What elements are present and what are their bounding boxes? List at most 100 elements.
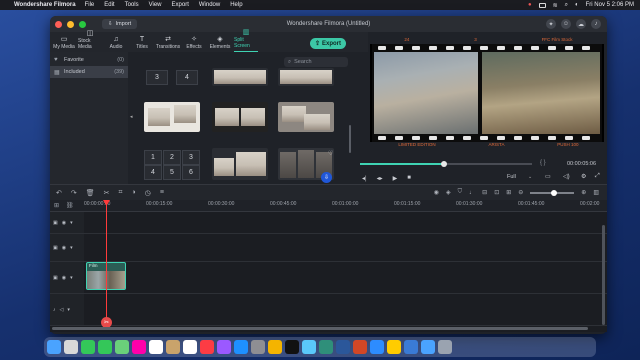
mic-icon[interactable]: ♩ — [469, 190, 475, 196]
play-frame-back-icon[interactable]: ◂▸ — [377, 175, 383, 182]
menu-window[interactable]: Window — [199, 2, 220, 8]
preview-icon[interactable] — [302, 340, 316, 354]
split-template[interactable] — [212, 68, 268, 86]
bell-icon[interactable]: ♪ — [591, 19, 601, 29]
messages-icon[interactable] — [98, 340, 112, 354]
menu-view[interactable]: View — [149, 2, 162, 8]
eye-icon[interactable]: ◉ — [62, 275, 66, 281]
chrome-icon[interactable] — [268, 340, 282, 354]
favorite-heart-icon[interactable]: ♡ — [328, 150, 333, 157]
menu-tools[interactable]: Tools — [125, 2, 139, 8]
menubar-app-name[interactable]: Wondershare Filmora — [14, 2, 76, 8]
mute-icon[interactable]: ◁ — [60, 307, 64, 313]
delete-icon[interactable]: 🗑 — [86, 189, 95, 197]
powerpoint-icon[interactable] — [353, 340, 367, 354]
maps-icon[interactable] — [115, 340, 129, 354]
voiceover-icon[interactable]: ⊡ — [494, 189, 499, 196]
control-center-icon[interactable]: ◐ — [575, 2, 579, 8]
adjust-icon[interactable]: ≡ — [160, 189, 164, 196]
split-template[interactable] — [212, 148, 268, 180]
play-icon[interactable]: ▶ — [393, 175, 398, 182]
zoom-in-icon[interactable]: ⊕ — [581, 189, 586, 196]
cut-icon[interactable]: ✂ — [104, 189, 110, 197]
calendar-icon[interactable] — [149, 340, 163, 354]
launchpad-icon[interactable] — [64, 340, 78, 354]
menu-file[interactable]: File — [85, 2, 95, 8]
timeline-ruler[interactable]: 00:00:00:00 00:00:15:00 00:00:30:00 00:0… — [50, 200, 607, 212]
settings-icon[interactable]: ⚙ — [581, 173, 586, 180]
split-template[interactable] — [278, 68, 334, 86]
tab-elements[interactable]: ◈ Elements — [208, 32, 232, 52]
cloud-icon[interactable]: ☁ — [576, 19, 586, 29]
snap-icon[interactable]: ⊞ — [506, 189, 511, 196]
playhead-line[interactable] — [106, 200, 107, 325]
word-icon[interactable] — [336, 340, 350, 354]
collapse-sidebar-icon[interactable]: ◂ — [130, 114, 133, 120]
user-icon[interactable]: ☺ — [561, 19, 571, 29]
fullscreen-icon[interactable]: ⤢ — [595, 173, 600, 180]
files-icon[interactable] — [404, 340, 418, 354]
filmora-icon[interactable] — [319, 340, 333, 354]
zoom-out-icon[interactable]: ⊖ — [518, 189, 523, 196]
shield-icon[interactable]: ⛉ — [458, 189, 463, 196]
podcasts-icon[interactable] — [217, 340, 231, 354]
tab-stock-media[interactable]: ◫ Stock Media — [78, 30, 102, 52]
lightbulb-icon[interactable]: ✦ — [546, 19, 556, 29]
search-input[interactable]: ⌕ Search — [284, 57, 348, 67]
export-button[interactable]: ⇪ Export — [310, 38, 346, 49]
crop-icon[interactable]: ⌗ — [119, 189, 123, 197]
settings-icon[interactable] — [251, 340, 265, 354]
zoom-window-icon[interactable] — [79, 20, 86, 28]
speed-icon[interactable]: ◷ — [145, 189, 151, 197]
zoom-slider[interactable] — [530, 189, 575, 196]
timeline-horizontal-scrollbar[interactable] — [52, 327, 588, 330]
split-template[interactable] — [278, 102, 334, 132]
playback-progress[interactable] — [360, 161, 532, 167]
lock-icon[interactable]: ▾ — [70, 220, 73, 226]
tab-titles[interactable]: T Titles — [130, 32, 154, 52]
mark-in-icon[interactable]: { } — [540, 160, 546, 166]
download-icon[interactable]: ⇩ — [321, 172, 332, 183]
redo-icon[interactable]: ↷ — [71, 189, 77, 197]
menubar-clock[interactable]: Fri Nov 5 2:06 PM — [586, 2, 634, 8]
menu-help[interactable]: Help — [230, 2, 242, 8]
wifi-icon[interactable]: ≋ — [553, 2, 558, 9]
eye-icon[interactable]: ◉ — [62, 245, 66, 251]
battery-icon[interactable] — [538, 2, 546, 8]
stop-icon[interactable]: ■ — [407, 175, 411, 181]
appstore-icon[interactable] — [234, 340, 248, 354]
minimize-window-icon[interactable] — [67, 20, 74, 28]
template-cell-5[interactable]: 5 — [163, 165, 181, 180]
menu-edit[interactable]: Edit — [104, 2, 114, 8]
template-cell-1[interactable]: 1 — [144, 150, 162, 165]
grid-scrollbar[interactable] — [349, 125, 351, 153]
preview-player[interactable] — [370, 44, 604, 142]
close-window-icon[interactable] — [55, 20, 62, 28]
grid-view-icon[interactable]: ▥ — [593, 189, 599, 196]
mixer-icon[interactable]: ⊟ — [482, 189, 487, 196]
facetime-icon[interactable] — [81, 340, 95, 354]
template-cell-2[interactable]: 2 — [163, 150, 181, 165]
color-icon[interactable]: ◑ — [131, 189, 135, 196]
tab-effects[interactable]: ✧ Effects — [182, 32, 206, 52]
sidebar-item-included[interactable]: ▦ Included (39) — [50, 66, 128, 78]
template-cell-4[interactable]: 4 — [144, 165, 162, 180]
tab-audio[interactable]: ♫ Audio — [104, 32, 128, 52]
eye-icon[interactable]: ◉ — [62, 220, 66, 226]
contacts-icon[interactable] — [166, 340, 180, 354]
timeline-vertical-scrollbar[interactable] — [602, 225, 605, 325]
template-cell-3[interactable]: 3 — [182, 150, 200, 165]
menu-export[interactable]: Export — [172, 2, 189, 8]
record-icon[interactable]: ● — [528, 2, 532, 8]
snapshot-icon[interactable]: ▭ — [545, 173, 551, 180]
chevron-down-icon[interactable]: ⌄ — [528, 174, 532, 180]
tab-my-media[interactable]: ▭ My Media — [52, 32, 76, 52]
step-back-icon[interactable]: ◂| — [362, 175, 367, 182]
finder2-icon[interactable] — [421, 340, 435, 354]
add-track-icon[interactable]: ⊞ — [54, 202, 59, 209]
template-3-4-cell-4[interactable]: 4 — [176, 70, 198, 85]
undo-icon[interactable]: ↶ — [56, 189, 62, 197]
import-button[interactable]: ⇩ Import — [102, 19, 138, 29]
tv-icon[interactable] — [285, 340, 299, 354]
finder-icon[interactable] — [47, 340, 61, 354]
